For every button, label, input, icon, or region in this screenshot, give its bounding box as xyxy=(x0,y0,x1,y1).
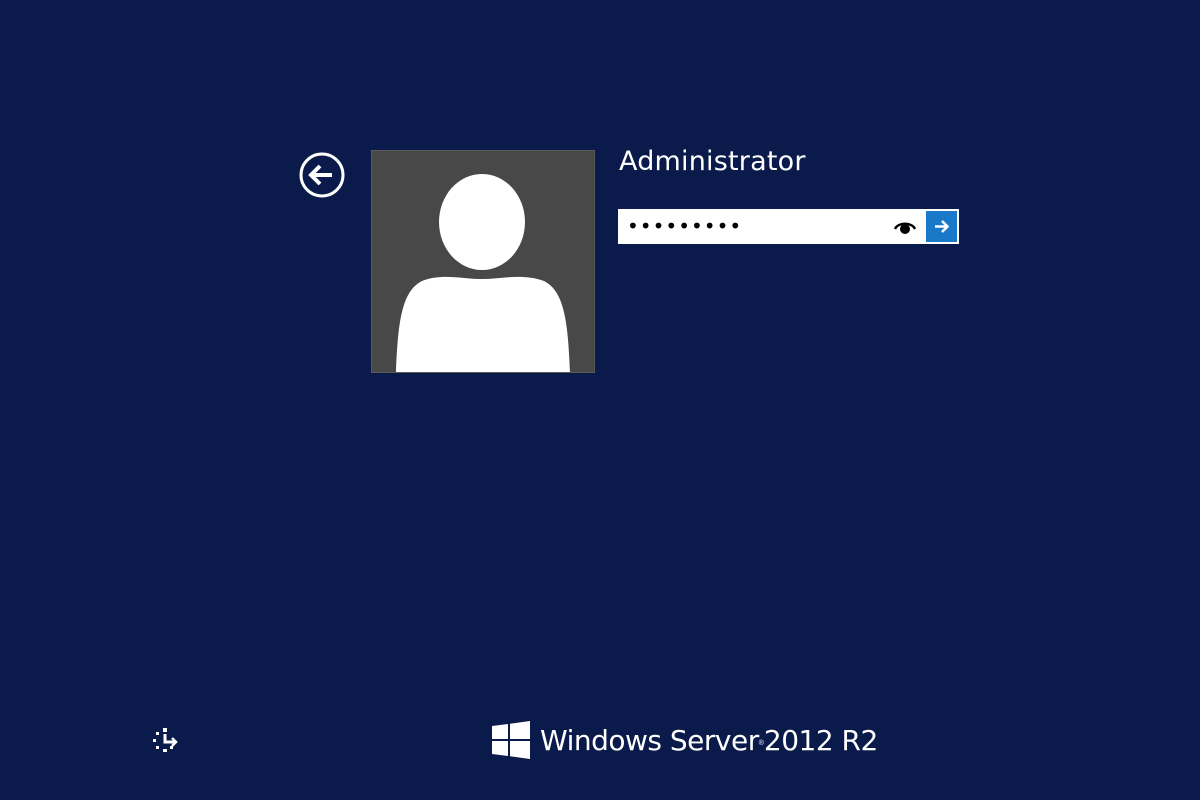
default-user-icon xyxy=(396,174,570,372)
password-box: ••••••••• xyxy=(618,209,959,244)
lock-screen: Administrator ••••••••• Windows Server ®… xyxy=(0,0,1200,800)
eye-icon xyxy=(893,222,917,234)
right-arrow-icon xyxy=(935,220,950,233)
windows-logo-icon xyxy=(492,721,530,759)
reveal-password-button[interactable] xyxy=(893,216,917,238)
password-input[interactable]: ••••••••• xyxy=(619,210,889,243)
username-label: Administrator xyxy=(619,146,806,177)
submit-button[interactable] xyxy=(926,211,957,242)
back-button[interactable] xyxy=(299,152,345,198)
ease-of-access-button[interactable] xyxy=(150,724,182,756)
avatar xyxy=(371,150,595,373)
product-name: Windows Server xyxy=(540,723,759,757)
branding: Windows Server ® 2012 R2 xyxy=(492,720,878,760)
back-arrow-circle-icon xyxy=(299,152,345,198)
ease-of-access-icon xyxy=(153,728,178,752)
product-version: 2012 R2 xyxy=(763,723,878,757)
